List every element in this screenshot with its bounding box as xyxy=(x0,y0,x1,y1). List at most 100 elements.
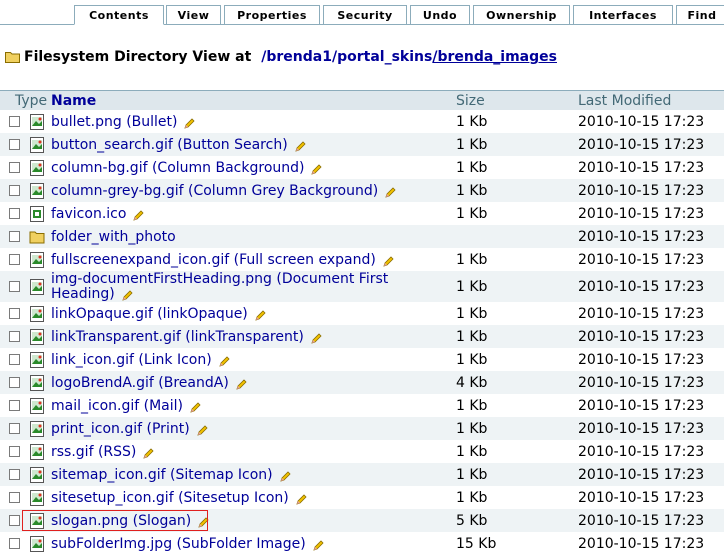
file-name[interactable]: mail_icon.gif (Mail) xyxy=(51,398,183,414)
row-checkbox[interactable] xyxy=(9,331,20,342)
tab-contents[interactable]: Contents xyxy=(74,5,164,25)
row-checkbox[interactable] xyxy=(9,116,20,127)
image-icon[interactable] xyxy=(29,443,45,460)
file-name-link[interactable]: bullet.png (Bullet) xyxy=(51,114,196,130)
file-name-link[interactable]: column-grey-bg.gif (Column Grey Backgrou… xyxy=(51,183,396,199)
file-name[interactable]: column-bg.gif (Column Background) xyxy=(51,160,304,176)
tab-find[interactable]: Find xyxy=(676,5,724,24)
file-name[interactable]: fullscreenexpand_icon.gif (Full screen e… xyxy=(51,252,376,268)
pencil-icon[interactable] xyxy=(177,114,196,130)
image-icon[interactable] xyxy=(29,159,45,176)
breadcrumb-portal-skins[interactable]: /portal_skins xyxy=(332,49,432,65)
image-icon[interactable] xyxy=(29,489,45,506)
pencil-icon[interactable] xyxy=(376,252,394,268)
file-name-link[interactable]: column-bg.gif (Column Background) xyxy=(51,160,323,176)
file-name-link[interactable]: linkOpaque.gif (linkOpaque) xyxy=(51,306,266,322)
pencil-icon[interactable] xyxy=(304,160,323,176)
tab-properties[interactable]: Properties xyxy=(224,5,320,24)
image-icon[interactable] xyxy=(29,278,45,295)
row-checkbox[interactable] xyxy=(9,469,20,480)
file-name-link[interactable]: linkTransparent.gif (linkTransparent) xyxy=(51,329,322,345)
pencil-icon[interactable] xyxy=(273,467,291,483)
column-last-modified[interactable]: Last Modified xyxy=(578,93,671,109)
file-name[interactable]: favicon.ico xyxy=(51,206,126,222)
image-icon[interactable] xyxy=(29,251,45,268)
file-name[interactable]: print_icon.gif (Print) xyxy=(51,421,190,437)
pencil-icon[interactable] xyxy=(306,536,324,552)
file-name-link[interactable]: img-documentFirstHeading.png (Document F… xyxy=(51,272,446,302)
file-icon[interactable] xyxy=(29,205,45,222)
image-icon[interactable] xyxy=(29,182,45,199)
pencil-icon[interactable] xyxy=(229,375,247,391)
breadcrumb-brenda-images[interactable]: /brenda_images xyxy=(432,49,557,65)
tab-interfaces[interactable]: Interfaces xyxy=(573,5,673,24)
file-name-link[interactable]: link_icon.gif (Link Icon) xyxy=(51,352,230,368)
row-checkbox[interactable] xyxy=(9,538,20,549)
pencil-icon[interactable] xyxy=(191,513,209,529)
image-icon[interactable] xyxy=(29,136,45,153)
file-name[interactable]: bullet.png (Bullet) xyxy=(51,114,177,130)
image-icon[interactable] xyxy=(29,328,45,345)
row-checkbox[interactable] xyxy=(9,423,20,434)
column-type[interactable]: Type xyxy=(15,93,47,109)
row-checkbox[interactable] xyxy=(9,185,20,196)
file-name-link[interactable]: slogan.png (Slogan) xyxy=(51,513,209,529)
file-name-link[interactable]: mail_icon.gif (Mail) xyxy=(51,398,201,414)
file-name[interactable]: linkTransparent.gif (linkTransparent) xyxy=(51,329,304,345)
file-name-link[interactable]: print_icon.gif (Print) xyxy=(51,421,208,437)
pencil-icon[interactable] xyxy=(190,421,208,437)
file-name[interactable]: slogan.png (Slogan) xyxy=(51,513,191,529)
pencil-icon[interactable] xyxy=(183,398,201,414)
row-checkbox[interactable] xyxy=(9,139,20,150)
file-name[interactable]: subFolderImg.jpg (SubFolder Image) xyxy=(51,536,306,552)
row-checkbox[interactable] xyxy=(9,208,20,219)
file-name-link[interactable]: sitemap_icon.gif (Sitemap Icon) xyxy=(51,467,291,483)
row-checkbox[interactable] xyxy=(9,231,20,242)
file-name-link[interactable]: sitesetup_icon.gif (Sitesetup Icon) xyxy=(51,490,307,506)
row-checkbox[interactable] xyxy=(9,446,20,457)
file-name[interactable]: img-documentFirstHeading.png (Document F… xyxy=(51,271,388,302)
row-checkbox[interactable] xyxy=(9,308,20,319)
tab-view[interactable]: View xyxy=(166,5,221,24)
row-checkbox[interactable] xyxy=(9,354,20,365)
row-checkbox[interactable] xyxy=(9,254,20,265)
row-checkbox[interactable] xyxy=(9,162,20,173)
image-icon[interactable] xyxy=(29,113,45,130)
file-name-link[interactable]: rss.gif (RSS) xyxy=(51,444,154,460)
pencil-icon[interactable] xyxy=(126,206,144,222)
folder-icon[interactable] xyxy=(29,229,45,245)
file-name-link[interactable]: favicon.ico xyxy=(51,206,144,222)
row-checkbox[interactable] xyxy=(9,492,20,503)
image-icon[interactable] xyxy=(29,466,45,483)
file-name[interactable]: rss.gif (RSS) xyxy=(51,444,136,460)
row-checkbox[interactable] xyxy=(9,377,20,388)
row-checkbox[interactable] xyxy=(9,515,20,526)
pencil-icon[interactable] xyxy=(248,306,266,322)
pencil-icon[interactable] xyxy=(378,183,396,199)
image-icon[interactable] xyxy=(29,420,45,437)
file-name-link[interactable]: logoBrendA.gif (BreandA) xyxy=(51,375,247,391)
column-size[interactable]: Size xyxy=(456,93,485,109)
tab-undo[interactable]: Undo xyxy=(410,5,470,24)
image-icon[interactable] xyxy=(29,374,45,391)
file-name-link[interactable]: button_search.gif (Button Search) xyxy=(51,137,306,153)
file-name[interactable]: button_search.gif (Button Search) xyxy=(51,137,288,153)
file-name[interactable]: sitemap_icon.gif (Sitemap Icon) xyxy=(51,467,273,483)
file-name[interactable]: link_icon.gif (Link Icon) xyxy=(51,352,212,368)
pencil-icon[interactable] xyxy=(288,137,306,153)
file-name[interactable]: logoBrendA.gif (BreandA) xyxy=(51,375,229,391)
row-checkbox[interactable] xyxy=(9,281,20,292)
tab-ownership[interactable]: Ownership xyxy=(473,5,570,24)
image-icon[interactable] xyxy=(29,512,45,529)
column-name[interactable]: Name xyxy=(51,93,96,109)
pencil-icon[interactable] xyxy=(304,329,322,345)
file-name-link[interactable]: fullscreenexpand_icon.gif (Full screen e… xyxy=(51,252,394,268)
image-icon[interactable] xyxy=(29,305,45,322)
row-checkbox[interactable] xyxy=(9,400,20,411)
file-name-link[interactable]: subFolderImg.jpg (SubFolder Image) xyxy=(51,536,324,552)
image-icon[interactable] xyxy=(29,351,45,368)
file-name[interactable]: linkOpaque.gif (linkOpaque) xyxy=(51,306,248,322)
tab-security[interactable]: Security xyxy=(323,5,407,24)
pencil-icon[interactable] xyxy=(212,352,230,368)
file-name[interactable]: folder_with_photo xyxy=(51,229,176,245)
